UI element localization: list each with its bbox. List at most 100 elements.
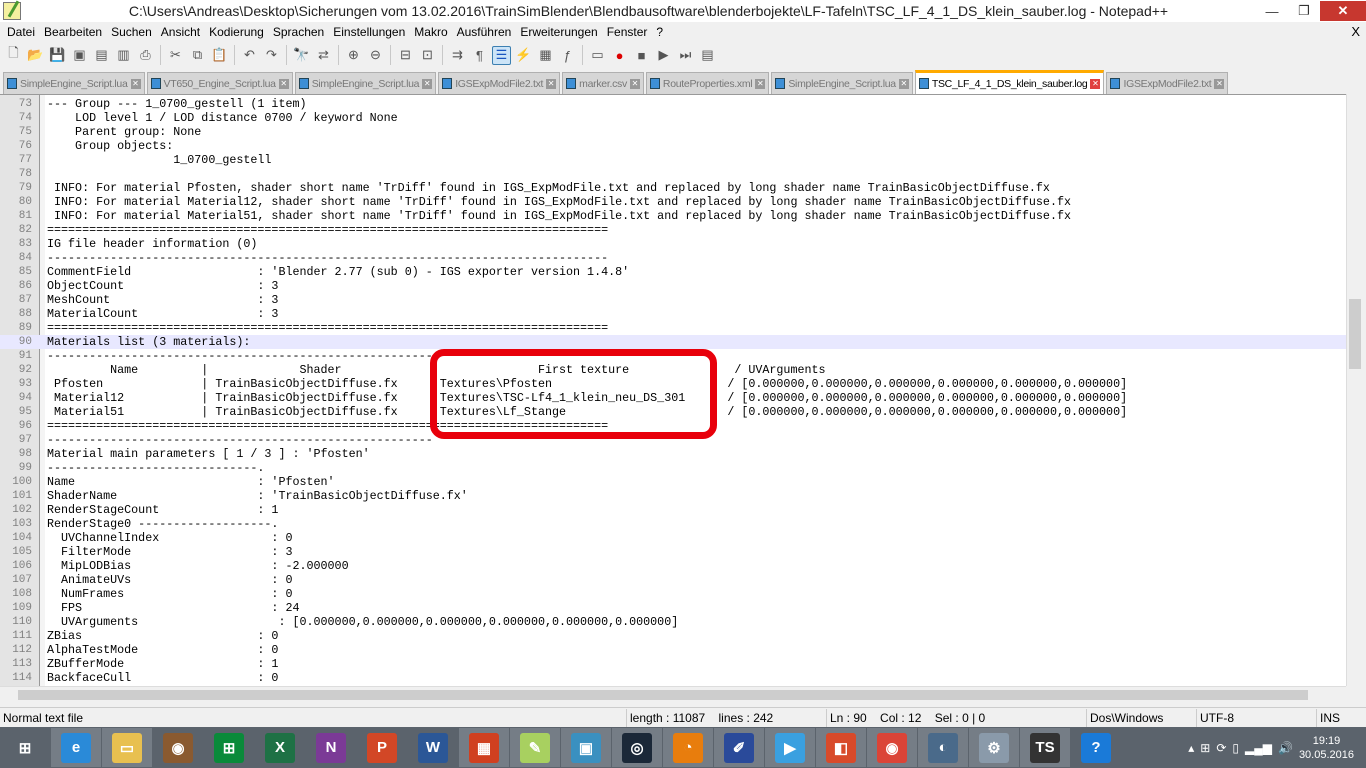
taskbar-settings[interactable]: ⚙ (969, 728, 1019, 767)
tab-label: IGSExpModFile2.txt (455, 77, 544, 90)
find-button[interactable]: 🔭 (292, 46, 311, 65)
taskbar-help[interactable]: ? (1071, 728, 1121, 767)
tab-close-icon[interactable]: ✕ (1214, 78, 1225, 89)
tab-tsc-lf-4-1-ds-klein-sauber-log[interactable]: TSC_LF_4_1_DS_klein_sauber.log ✕ (914, 70, 1105, 94)
menu-fenster[interactable]: Fenster (604, 25, 654, 39)
menu-help[interactable]: ? (653, 25, 669, 39)
save-all-button[interactable]: ▣ (70, 46, 89, 65)
play-macro-button[interactable]: ▶ (654, 46, 673, 65)
menu-close-button[interactable]: X (1351, 24, 1360, 39)
open-button[interactable]: 📂 (26, 46, 45, 65)
doc-map-button[interactable]: ▦ (536, 46, 555, 65)
sync-h-button[interactable]: ⊡ (418, 46, 437, 65)
function-list-button[interactable]: ƒ (558, 46, 577, 65)
taskbar-excel[interactable]: X (255, 728, 305, 767)
tab-igsexpmodfile2-txt[interactable]: IGSExpModFile2.txt ✕ (438, 72, 561, 94)
clock[interactable]: 19:19 30.05.2016 (1299, 734, 1354, 762)
taskbar-notepad-plus-plus[interactable]: ✎ (510, 728, 560, 767)
tab-simpleengine-script-lua[interactable]: SimpleEngine_Script.lua ✕ (771, 72, 913, 94)
menu-einstellungen[interactable]: Einstellungen (330, 25, 411, 39)
folder-workspace-button[interactable]: ▭ (588, 46, 607, 65)
menu-suchen[interactable]: Suchen (108, 25, 158, 39)
tab-close-icon[interactable]: ✕ (898, 78, 909, 89)
menu-datei[interactable]: Datei (4, 25, 41, 39)
menu-erweiterungen[interactable]: Erweiterungen (517, 25, 603, 39)
menu-sprachen[interactable]: Sprachen (270, 25, 330, 39)
close-button[interactable]: ▤ (92, 46, 111, 65)
taskbar-train-simulator[interactable]: TS (1020, 728, 1070, 767)
record-macro-button[interactable]: ● (610, 46, 629, 65)
zoom-in-button[interactable]: ⊕ (344, 46, 363, 65)
tray-icon[interactable]: ▯ (1232, 741, 1239, 755)
taskbar-speaker-app[interactable]: ◉ (153, 728, 203, 767)
tab-close-icon[interactable]: ✕ (629, 78, 640, 89)
tab-simpleengine-script-lua[interactable]: SimpleEngine_Script.lua ✕ (294, 72, 437, 94)
copy-button[interactable]: ⧉ (188, 46, 207, 65)
tab-close-icon[interactable]: ✕ (422, 78, 433, 89)
taskbar-word[interactable]: W (408, 728, 458, 767)
taskbar-start[interactable]: ⊞ (0, 728, 50, 767)
tab-close-icon[interactable]: ✕ (1090, 78, 1101, 89)
print-button[interactable]: ⎙ (136, 46, 155, 65)
paste-button[interactable]: 📋 (210, 46, 229, 65)
tray-icon[interactable]: ▴ (1188, 741, 1194, 755)
replace-button[interactable]: ⇄ (314, 46, 333, 65)
taskbar-powerpoint[interactable]: P (357, 728, 407, 767)
taskbar-media-player[interactable]: ▶ (765, 728, 815, 767)
word-wrap-button[interactable]: ⇉ (448, 46, 467, 65)
cut-button[interactable]: ✂ (166, 46, 185, 65)
tab-vt650-engine-script-lua[interactable]: VT650_Engine_Script.lua ✕ (146, 72, 293, 94)
show-all-chars-button[interactable]: ¶ (470, 46, 489, 65)
taskbar-onenote[interactable]: N (306, 728, 356, 767)
menu-bearbeiten[interactable]: Bearbeiten (41, 25, 108, 39)
tab-simpleengine-script-lua[interactable]: SimpleEngine_Script.lua ✕ (3, 72, 145, 94)
minimize-button[interactable]: — (1256, 4, 1288, 19)
taskbar-app-red[interactable]: ◧ (816, 728, 866, 767)
udl-button[interactable]: ⚡ (514, 46, 533, 65)
indent-guide-button[interactable]: ☰ (492, 45, 511, 65)
horizontal-scrollbar[interactable] (0, 686, 1346, 702)
save-macro-button[interactable]: ▤ (698, 46, 717, 65)
menu-ausführen[interactable]: Ausführen (454, 25, 518, 39)
tab-routeproperties-xml[interactable]: RouteProperties.xml ✕ (645, 72, 770, 94)
menu-kodierung[interactable]: Kodierung (206, 25, 270, 39)
tab-igsexpmodfile2-txt[interactable]: IGSExpModFile2.txt ✕ (1106, 72, 1229, 94)
undo-button[interactable]: ↶ (240, 46, 259, 65)
menu-makro[interactable]: Makro (411, 25, 453, 39)
taskbar-internet-explorer[interactable]: e (51, 728, 101, 767)
menu-ansicht[interactable]: Ansicht (158, 25, 206, 39)
tab-close-icon[interactable]: ✕ (546, 78, 557, 89)
taskbar-file-explorer[interactable]: ▭ (102, 728, 152, 767)
scroll-thumb[interactable] (1349, 299, 1361, 369)
taskbar-photo-viewer[interactable]: ▣ (561, 728, 611, 767)
restore-button[interactable]: ❐ (1288, 3, 1320, 19)
close-button[interactable]: ✕ (1320, 1, 1366, 21)
redo-button[interactable]: ↷ (262, 46, 281, 65)
new-file-button[interactable]: 🗋 (4, 45, 23, 65)
tray-icon[interactable]: 🔊 (1278, 741, 1293, 755)
taskbar-paint-app[interactable]: ✐ (714, 728, 764, 767)
zoom-out-button[interactable]: ⊖ (366, 46, 385, 65)
tray-icon[interactable]: ▂▄▆ (1245, 741, 1272, 755)
tab-close-icon[interactable]: ✕ (130, 78, 141, 89)
tab-close-icon[interactable]: ✕ (755, 78, 766, 89)
tab-close-icon[interactable]: ✕ (278, 78, 289, 89)
sync-v-button[interactable]: ⊟ (396, 46, 415, 65)
close-all-button[interactable]: ▥ (114, 46, 133, 65)
taskbar-blender[interactable]: ◔ (663, 728, 713, 767)
save-button[interactable]: 💾 (48, 46, 67, 65)
taskbar-store[interactable]: ⊞ (204, 728, 254, 767)
tab-marker-csv[interactable]: marker.csv ✕ (562, 72, 644, 94)
run-macro-multiple-button[interactable]: ⏭ (676, 46, 695, 65)
tray-icon[interactable]: ⊞ (1200, 741, 1210, 755)
tray-icon[interactable]: ⟳ (1216, 741, 1226, 755)
taskbar-teamspeak[interactable]: ◐ (918, 728, 968, 767)
stop-macro-button[interactable]: ■ (632, 46, 651, 65)
taskbar-office-app[interactable]: ▦ (459, 728, 509, 767)
taskbar-steam[interactable]: ◎ (612, 728, 662, 767)
vertical-scrollbar[interactable] (1346, 94, 1363, 686)
taskbar-chrome[interactable]: ◉ (867, 728, 917, 767)
text-line: 113 ZBufferMode : 1 (0, 657, 1346, 671)
text-editor[interactable]: 73 --- Group --- 1_0700_gestell (1 item) 7… (0, 94, 1346, 686)
scroll-thumb[interactable] (18, 690, 1308, 700)
